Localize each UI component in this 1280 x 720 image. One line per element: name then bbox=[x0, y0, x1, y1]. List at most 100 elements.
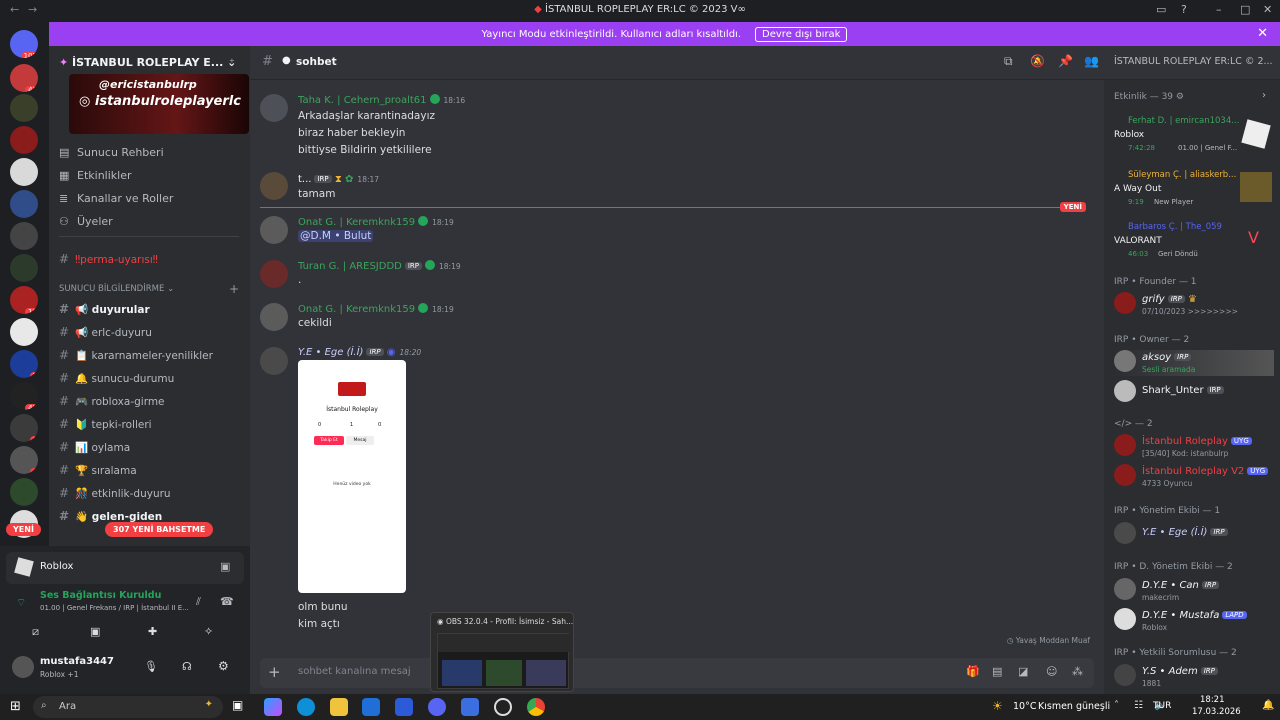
nav-server-guide[interactable]: ▤ Sunucu Rehberi bbox=[59, 146, 164, 159]
notifications-off-icon[interactable]: 🔕 bbox=[1030, 54, 1045, 68]
nav-members[interactable]: ⚇ Üyeler bbox=[59, 215, 113, 228]
message-author[interactable]: Onat G. | Keremknk159 18:19 bbox=[298, 303, 454, 315]
server-icon[interactable] bbox=[10, 126, 38, 154]
weather-temp[interactable]: 10°C bbox=[1013, 701, 1036, 712]
avatar[interactable] bbox=[12, 656, 34, 678]
discord-icon[interactable] bbox=[428, 698, 446, 716]
server-icon[interactable] bbox=[10, 254, 38, 282]
store-icon[interactable] bbox=[395, 698, 413, 716]
message-author[interactable]: Y.E • Ege (İ.İ) IRP ◉ 18:20 bbox=[298, 347, 421, 358]
inbox-icon[interactable]: ▭ bbox=[1156, 3, 1166, 16]
notifications-icon[interactable]: 🔔 bbox=[1262, 700, 1274, 711]
avatar[interactable] bbox=[260, 347, 288, 375]
channel-erlc-duyuru[interactable]: # 📢 erlc-duyuru bbox=[59, 325, 152, 339]
avatar[interactable] bbox=[260, 216, 288, 244]
username[interactable]: mustafa3447 bbox=[40, 656, 114, 667]
channel-siralama[interactable]: # 🏆 sıralama bbox=[59, 463, 137, 477]
chevron-right-icon[interactable]: › bbox=[1262, 90, 1266, 101]
member-row[interactable]: Y.E • Ege (İ.İ) IRP bbox=[1114, 522, 1274, 546]
obs-icon[interactable] bbox=[494, 698, 512, 716]
new-servers-pill[interactable]: YENİ bbox=[6, 523, 41, 536]
disconnect-icon[interactable]: ☎ bbox=[220, 595, 234, 608]
screen-share-icon[interactable]: ▣ bbox=[90, 625, 100, 638]
server-icon[interactable]: 4 bbox=[10, 446, 38, 474]
server-icon[interactable]: 2 bbox=[10, 350, 38, 378]
noise-suppression-icon[interactable]: ⫽ bbox=[196, 595, 201, 609]
disable-streamer-mode-button[interactable]: Devre dışı bırak bbox=[755, 26, 848, 42]
server-icon[interactable]: 10 bbox=[10, 286, 38, 314]
settings-gear-icon[interactable]: ⚙ bbox=[218, 659, 229, 673]
message-composer[interactable]: + sohbet kanalına mesaj 🎁 ▤ ◪ ☺ ⁂ bbox=[260, 658, 1094, 688]
server-icon[interactable] bbox=[10, 478, 38, 506]
activities-icon[interactable]: ✚ bbox=[148, 625, 157, 638]
server-icon[interactable] bbox=[10, 94, 38, 122]
channel-etkinlik-duyuru[interactable]: # 🎊 etkinlik-duyuru bbox=[59, 486, 171, 500]
server-icon[interactable]: 49 bbox=[10, 382, 38, 410]
activity-card[interactable]: Ferhat D. | emircan1034... Roblox 7:42:2… bbox=[1114, 116, 1274, 156]
avatar[interactable] bbox=[260, 303, 288, 331]
microphone-icon[interactable]: 🎙 bbox=[144, 660, 158, 673]
help-icon[interactable]: ? bbox=[1181, 3, 1187, 16]
gift-icon[interactable]: 🎁 bbox=[966, 665, 980, 678]
gif-icon[interactable]: ▤ bbox=[992, 665, 1002, 678]
member-row[interactable]: aksoy IRP Sesli aramada bbox=[1114, 350, 1274, 376]
member-row[interactable]: Y.S • Adem IRP 1881 bbox=[1114, 664, 1274, 690]
server-icon[interactable]: 48 bbox=[10, 64, 38, 92]
channel-kararnameler[interactable]: # 📋 kararnameler-yenilikler bbox=[59, 348, 213, 362]
network-icon[interactable]: ☷ bbox=[1134, 700, 1143, 711]
image-attachment[interactable]: İstanbul Roleplay 0 1 0 Takip Et Mesaj H… bbox=[298, 360, 406, 593]
activity-menu-icon[interactable]: ▣ bbox=[220, 560, 230, 573]
file-explorer-icon[interactable] bbox=[330, 698, 348, 716]
start-icon[interactable]: ⊞ bbox=[10, 699, 21, 714]
close-banner-icon[interactable]: ✕ bbox=[1257, 26, 1268, 41]
server-name-header[interactable]: ✦ İSTANBUL ROLEPLAY E... ⌄ bbox=[59, 56, 236, 69]
obs-taskbar-preview[interactable]: ◉ OBS 32.0.4 - Profil: İsimsiz - Sah... bbox=[430, 612, 574, 692]
sticker-icon[interactable]: ◪ bbox=[1018, 665, 1028, 678]
search-server-input[interactable]: İSTANBUL ROLEPLAY ER:LC © 2... bbox=[1114, 56, 1273, 67]
roblox-studio-icon[interactable] bbox=[461, 698, 479, 716]
channel-robloxa-girme[interactable]: # 🎮 robloxa-girme bbox=[59, 394, 165, 408]
activity-header[interactable]: Etkinlik — 39 ⚙ bbox=[1114, 92, 1184, 102]
channel-perma-uyarisi[interactable]: # ‼perma-uyarısı‼ bbox=[59, 252, 158, 266]
channel-sunucu-durumu[interactable]: # 🔔 sunucu-durumu bbox=[59, 371, 174, 385]
member-row[interactable]: D.Y.E • Mustafa LAPD Roblox bbox=[1114, 608, 1274, 634]
headphones-icon[interactable]: ☊ bbox=[182, 660, 192, 673]
camera-off-icon[interactable]: ⧄ bbox=[32, 625, 39, 639]
member-row[interactable]: grify IRP ♛ 07/10/2023 >>>>>>>> bbox=[1114, 292, 1274, 318]
avatar[interactable] bbox=[260, 172, 288, 200]
message-author[interactable]: t... IRP ⧗ ✿ 18:17 bbox=[298, 174, 379, 185]
member-row[interactable]: Shark_Unter IRP bbox=[1114, 380, 1274, 404]
activity-card[interactable]: Roblox ▣ bbox=[6, 552, 244, 584]
language-indicator[interactable]: TUR bbox=[1153, 701, 1171, 711]
invite-icon[interactable]: ⁺ bbox=[229, 56, 235, 69]
avatar[interactable] bbox=[260, 94, 288, 122]
mention[interactable]: @D.M • Bulut bbox=[298, 230, 374, 242]
emoji-icon[interactable]: ☺ bbox=[1046, 665, 1057, 678]
server-icon[interactable] bbox=[10, 190, 38, 218]
taskbar-search[interactable]: ⌕ Ara ✦ bbox=[33, 696, 223, 718]
weather-text[interactable]: Kısmen güneşli bbox=[1038, 701, 1110, 712]
threads-icon[interactable]: ⧉ bbox=[1004, 54, 1013, 69]
apps-icon[interactable]: ⁂ bbox=[1072, 665, 1083, 678]
channel-gelen-giden[interactable]: # 👋 gelen-giden bbox=[59, 509, 162, 523]
channel-tepki-rolleri[interactable]: # 🔰 tepki-rolleri bbox=[59, 417, 152, 431]
nav-events[interactable]: ▦ Etkinlikler bbox=[59, 169, 132, 182]
task-view-icon[interactable]: ▣ bbox=[232, 698, 250, 716]
server-icon[interactable] bbox=[10, 318, 38, 346]
maximize-icon[interactable]: □ bbox=[1240, 3, 1250, 16]
minimize-icon[interactable]: – bbox=[1216, 3, 1222, 16]
channel-oylama[interactable]: # 📊 oylama bbox=[59, 440, 130, 454]
avatar[interactable] bbox=[260, 260, 288, 288]
clock-date[interactable]: 17.03.2026 bbox=[1192, 707, 1241, 717]
server-icon[interactable]: 6 bbox=[10, 414, 38, 442]
pinned-messages-icon[interactable]: 📌 bbox=[1058, 54, 1073, 68]
member-row[interactable]: İstanbul Roleplay V2 UYG 4733 Oyuncu bbox=[1114, 464, 1274, 490]
close-window-icon[interactable]: ✕ bbox=[1263, 3, 1272, 16]
mail-icon[interactable] bbox=[362, 698, 380, 716]
server-icon[interactable] bbox=[10, 158, 38, 186]
category-header[interactable]: SUNUCU BİLGİLENDİRME ⌄ bbox=[59, 284, 174, 294]
server-icon[interactable] bbox=[10, 222, 38, 250]
add-channel-icon[interactable]: + bbox=[229, 282, 239, 296]
member-list-icon[interactable]: 👥 bbox=[1084, 54, 1099, 68]
chevron-up-icon[interactable]: ˄ bbox=[1114, 700, 1119, 711]
